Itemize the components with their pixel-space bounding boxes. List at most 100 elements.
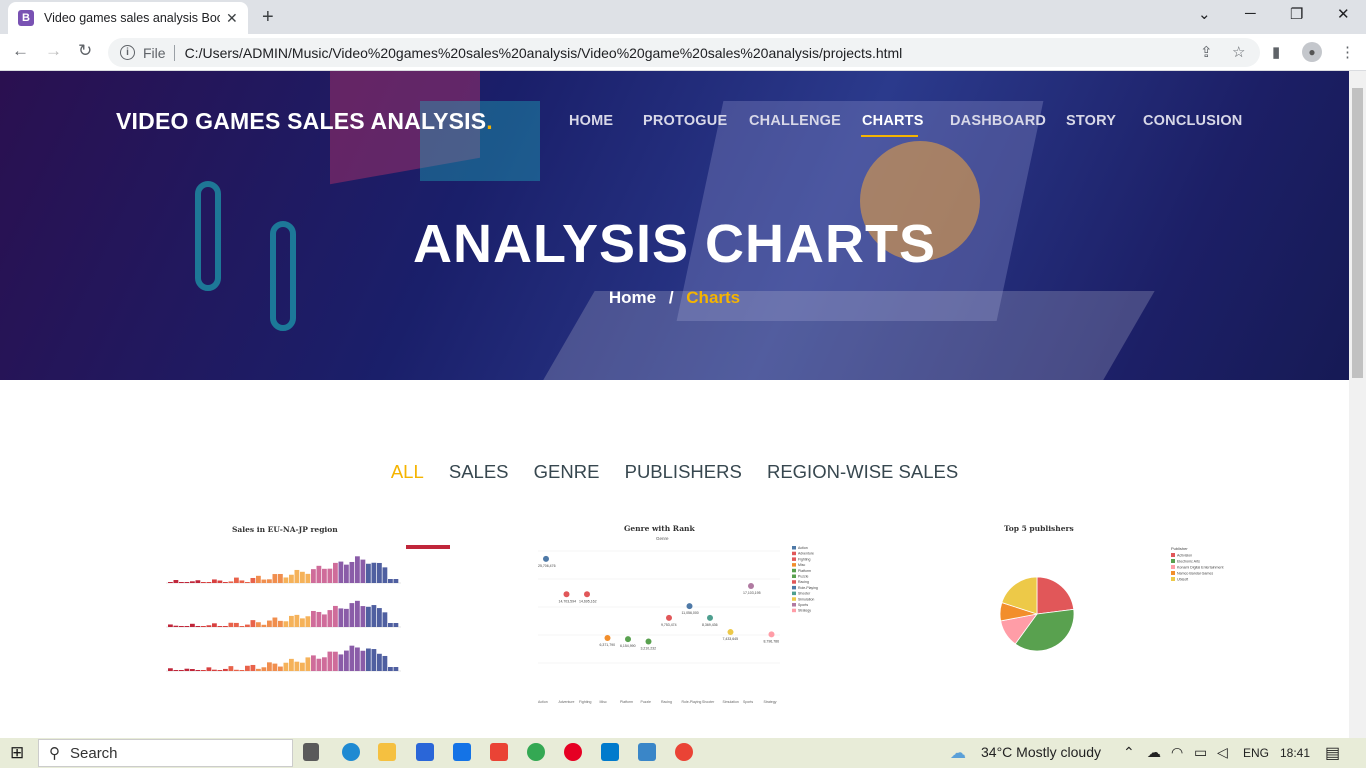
mail-icon[interactable] bbox=[453, 743, 471, 761]
filter-region-wise-sales[interactable]: REGION-WISE SALES bbox=[767, 461, 958, 483]
chevron-up-icon[interactable]: ⌃ bbox=[1123, 744, 1135, 761]
file-explorer-icon[interactable] bbox=[378, 743, 396, 761]
data-point bbox=[666, 614, 672, 621]
chart-card-genre-rank[interactable]: Genre with Rank Genre 25,706,476 Action Ac… bbox=[510, 521, 820, 711]
language-indicator[interactable]: ENG bbox=[1243, 746, 1269, 760]
filter-sales[interactable]: SALES bbox=[449, 461, 509, 483]
taskbar-search[interactable]: ⚲ Search bbox=[38, 739, 293, 767]
bar bbox=[311, 569, 316, 583]
bar bbox=[316, 611, 322, 627]
pinterest-icon[interactable] bbox=[564, 743, 582, 761]
legend-swatch bbox=[792, 546, 796, 550]
close-window-icon[interactable]: ✕ bbox=[1337, 5, 1350, 23]
bar bbox=[377, 608, 382, 627]
share-icon[interactable]: ⇪ bbox=[1200, 43, 1213, 61]
legend-title: Publisher bbox=[1171, 546, 1188, 551]
windows-start-icon[interactable]: ⊞ bbox=[10, 743, 24, 763]
cloud-icon[interactable]: ☁ bbox=[1147, 744, 1161, 761]
weather-icon[interactable]: ☁ bbox=[950, 743, 966, 763]
restore-icon[interactable]: ❐ bbox=[1290, 5, 1303, 23]
legend-swatch bbox=[792, 563, 796, 567]
task-view-icon[interactable] bbox=[303, 743, 319, 761]
nav-story[interactable]: STORY bbox=[1066, 113, 1116, 129]
search-icon: ⚲ bbox=[49, 745, 60, 762]
bar bbox=[278, 573, 283, 583]
bar bbox=[190, 669, 195, 671]
nav-charts[interactable]: CHARTS bbox=[862, 113, 924, 129]
bar bbox=[206, 582, 212, 583]
bar bbox=[360, 650, 366, 671]
volume-icon[interactable]: ◁ bbox=[1217, 744, 1228, 761]
edge-icon[interactable] bbox=[342, 743, 360, 761]
nav-dashboard[interactable]: DASHBOARD bbox=[950, 113, 1046, 129]
bar bbox=[201, 582, 206, 583]
reload-icon[interactable]: ↻ bbox=[78, 41, 92, 61]
chart-card-top-publishers[interactable]: Top 5 publishers Publisher Activision Elec… bbox=[890, 521, 1240, 711]
filter-genre[interactable]: GENRE bbox=[534, 461, 600, 483]
bar bbox=[256, 622, 261, 627]
legend-label: Racing bbox=[798, 580, 809, 584]
store-icon[interactable] bbox=[416, 743, 434, 761]
bar bbox=[294, 614, 300, 627]
bookmark-star-icon[interactable]: ☆ bbox=[1232, 43, 1245, 61]
notifications-icon[interactable]: ▤ bbox=[1325, 743, 1340, 763]
nav-challenge[interactable]: CHALLENGE bbox=[749, 113, 841, 129]
forward-icon[interactable]: → bbox=[45, 41, 62, 61]
breadcrumb-separator: / bbox=[668, 288, 674, 307]
address-bar[interactable]: i File C:/Users/ADMIN/Music/Video%20game… bbox=[108, 38, 1260, 67]
bar bbox=[355, 600, 360, 627]
battery-icon[interactable]: ▭ bbox=[1194, 744, 1207, 761]
hero-banner: VIDEO GAMES SALES ANALYSIS. HOME PROTOGU… bbox=[0, 71, 1349, 380]
bar bbox=[234, 669, 239, 671]
breadcrumb-home[interactable]: Home bbox=[609, 288, 656, 307]
chrome-active-icon[interactable] bbox=[675, 743, 693, 761]
pie-slice bbox=[1036, 576, 1075, 615]
app-icon[interactable] bbox=[638, 743, 656, 761]
brand-dot: . bbox=[486, 108, 493, 134]
back-icon[interactable]: ← bbox=[12, 41, 29, 61]
new-tab-icon[interactable]: + bbox=[262, 6, 274, 29]
info-icon[interactable]: i bbox=[120, 45, 135, 60]
nav-conclusion[interactable]: CONCLUSION bbox=[1143, 113, 1242, 129]
bar bbox=[272, 574, 278, 583]
legend-swatch bbox=[792, 603, 796, 607]
bar bbox=[338, 654, 344, 671]
bar bbox=[245, 624, 250, 627]
bar bbox=[278, 620, 283, 627]
legend-swatch bbox=[792, 597, 796, 601]
profile-avatar-icon[interactable]: ● bbox=[1302, 42, 1322, 62]
bar bbox=[256, 575, 261, 583]
bar bbox=[250, 577, 256, 583]
minimize-icon[interactable]: ─ bbox=[1245, 5, 1256, 22]
bar bbox=[234, 622, 239, 627]
url-text[interactable]: C:/Users/ADMIN/Music/Video%20games%20sal… bbox=[185, 45, 903, 61]
clock[interactable]: 18:41 bbox=[1280, 746, 1310, 760]
weather-text[interactable]: 34°C Mostly cloudy bbox=[981, 744, 1101, 760]
bar bbox=[371, 562, 377, 583]
vscode-icon[interactable] bbox=[601, 743, 619, 761]
gmail-icon[interactable] bbox=[490, 743, 508, 761]
site-logo[interactable]: VIDEO GAMES SALES ANALYSIS. bbox=[116, 108, 493, 135]
tab-title: Video games sales analysis Boots bbox=[44, 11, 220, 25]
wifi-icon[interactable]: ◠ bbox=[1171, 744, 1183, 761]
bar bbox=[377, 562, 382, 583]
filter-all[interactable]: ALL bbox=[391, 461, 424, 483]
legend-swatch bbox=[792, 580, 796, 584]
bar bbox=[261, 667, 267, 671]
bar bbox=[179, 582, 184, 583]
browser-tab[interactable]: B Video games sales analysis Boots ✕ bbox=[8, 2, 248, 34]
nav-protogue[interactable]: PROTOGUE bbox=[643, 113, 727, 129]
bar bbox=[349, 561, 355, 583]
menu-dots-icon[interactable]: ⋮ bbox=[1340, 43, 1355, 61]
chart-card-region-sales[interactable]: Sales in EU-NA-JP region bbox=[136, 521, 456, 711]
nav-home[interactable]: HOME bbox=[569, 113, 613, 129]
bar bbox=[228, 581, 234, 583]
close-tab-icon[interactable]: ✕ bbox=[226, 10, 238, 27]
chrome-icon[interactable] bbox=[527, 743, 545, 761]
tab-search-icon[interactable]: ⌄ bbox=[1198, 5, 1211, 23]
legend-label: Electronic Arts bbox=[1177, 560, 1200, 564]
scrollbar-thumb[interactable] bbox=[1352, 88, 1363, 378]
bar bbox=[333, 562, 338, 583]
side-panel-icon[interactable]: ▮ bbox=[1272, 43, 1280, 61]
filter-publishers[interactable]: PUBLISHERS bbox=[625, 461, 742, 483]
